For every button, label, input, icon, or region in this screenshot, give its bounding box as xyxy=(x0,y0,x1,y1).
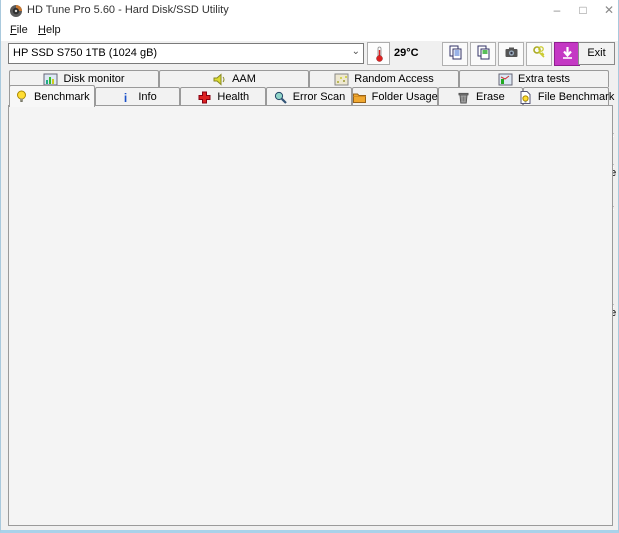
tab-label: Benchmark xyxy=(34,90,90,103)
app-window: HD Tune Pro 5.60 - Hard Disk/SSD Utility… xyxy=(0,0,619,533)
keys-icon xyxy=(532,45,547,63)
tab-label: Extra tests xyxy=(518,73,570,85)
tab-file-benchmark[interactable]: File Benchmark xyxy=(520,87,614,106)
minimize-button[interactable]: – xyxy=(546,2,568,19)
tab-benchmark[interactable]: Benchmark xyxy=(9,85,95,107)
copy-text-icon xyxy=(476,45,491,63)
menu-help[interactable]: Help xyxy=(38,24,61,36)
tab-label: AAM xyxy=(232,73,256,85)
copy-icon xyxy=(448,45,463,63)
camera-icon xyxy=(504,45,519,63)
tab-label: Folder Usage xyxy=(371,91,438,103)
tab-label: Info xyxy=(138,91,157,103)
speaker-icon xyxy=(212,72,227,87)
tab-random-access[interactable]: Random Access xyxy=(309,70,459,87)
thermometer-icon xyxy=(374,46,384,66)
app-icon xyxy=(9,4,23,21)
tab-content-panel xyxy=(8,105,613,526)
drive-selector-value: HP SSD S750 1TB (1024 gB) xyxy=(13,47,158,59)
download-icon xyxy=(560,45,575,63)
tab-label: Disk monitor xyxy=(63,73,125,85)
tab-health[interactable]: Health xyxy=(180,87,267,106)
random-access-icon xyxy=(334,72,349,87)
tab-label: Random Access xyxy=(354,73,434,85)
drive-selector[interactable]: HP SSD S750 1TB (1024 gB) ⌄ xyxy=(8,43,364,64)
health-icon xyxy=(197,90,212,105)
file-benchmark-icon xyxy=(518,90,533,105)
menu-file[interactable]: File xyxy=(10,24,28,36)
tab-erase[interactable]: Erase xyxy=(437,87,524,106)
tab-label: Health xyxy=(217,91,250,103)
tab-label: File Benchmark xyxy=(537,91,615,103)
tab-aam[interactable]: AAM xyxy=(159,70,309,87)
extra-tests-icon xyxy=(498,72,513,87)
close-button[interactable]: ✕ xyxy=(598,2,618,19)
error-scan-icon xyxy=(273,90,288,105)
folder-icon xyxy=(352,90,367,105)
svg-text:i: i xyxy=(124,91,127,105)
tab-label: Error Scan xyxy=(292,91,346,103)
info-icon: i xyxy=(118,90,133,105)
menu-bar xyxy=(1,21,618,41)
temperature-value: 29°C xyxy=(394,47,419,59)
tab-error-scan[interactable]: Error Scan xyxy=(266,87,352,106)
temperature-indicator xyxy=(367,42,390,65)
tab-folder-usage[interactable]: Folder Usage xyxy=(351,87,438,106)
benchmark-icon xyxy=(14,89,29,104)
screenshot-button[interactable] xyxy=(498,42,524,66)
tab-label: Erase xyxy=(476,91,505,103)
title-bar: HD Tune Pro 5.60 - Hard Disk/SSD Utility… xyxy=(1,0,618,21)
copy-button[interactable] xyxy=(442,42,468,66)
copy-text-button[interactable] xyxy=(470,42,496,66)
exit-button[interactable]: Exit xyxy=(578,42,615,65)
tab-extra-tests[interactable]: Extra tests xyxy=(459,70,609,87)
tab-info[interactable]: i Info xyxy=(94,87,181,106)
maximize-button[interactable]: □ xyxy=(572,2,594,19)
save-button[interactable] xyxy=(554,42,580,66)
options-button[interactable] xyxy=(526,42,552,66)
chevron-down-icon: ⌄ xyxy=(351,46,360,57)
window-title: HD Tune Pro 5.60 - Hard Disk/SSD Utility xyxy=(27,4,229,16)
erase-icon xyxy=(456,90,471,105)
